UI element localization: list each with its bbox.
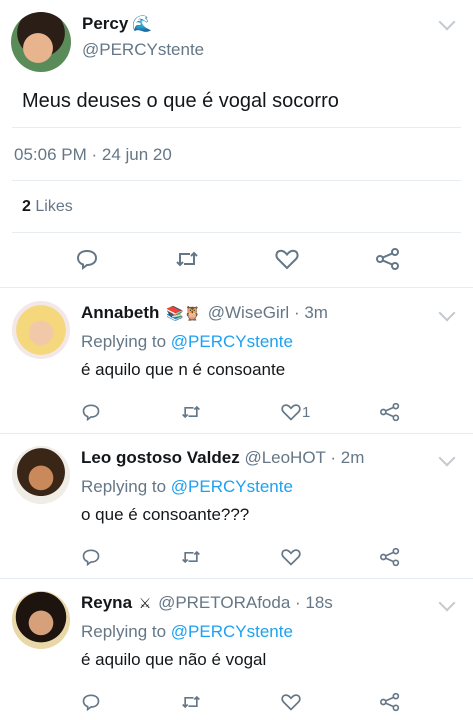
- replying-prefix: Replying to: [81, 622, 167, 641]
- reply-header: Reyna ⚔ @PRETORAfoda · 18s: [81, 593, 333, 613]
- share-button[interactable]: [379, 547, 401, 567]
- reply-tweet[interactable]: Annabeth 📚🦉 @WiseGirl · 3m Replying to @…: [0, 289, 473, 434]
- reply-text: é aquilo que não é vogal: [81, 650, 267, 669]
- reply-button[interactable]: [81, 547, 101, 567]
- mention-link[interactable]: @PERCYstente: [171, 332, 293, 351]
- share-icon: [380, 402, 400, 422]
- retweet-button[interactable]: [180, 547, 202, 567]
- reply-icon: [82, 694, 100, 712]
- divider: [12, 232, 461, 233]
- like-count: 1: [302, 403, 311, 421]
- name-emojis: 📚🦉: [166, 305, 201, 321]
- tweet-actions: [0, 245, 473, 275]
- likes-summary[interactable]: 2 Likes: [22, 198, 73, 216]
- heart-icon: [281, 694, 301, 711]
- mention-link[interactable]: @PERCYstente: [171, 477, 293, 496]
- retweet-icon: [182, 695, 200, 709]
- reply-icon: [76, 249, 98, 270]
- author-handle[interactable]: @PERCYstente: [82, 40, 204, 60]
- reply-tweet[interactable]: Reyna ⚔ @PRETORAfoda · 18s Replying to @…: [0, 579, 473, 720]
- author-handle[interactable]: @WiseGirl: [208, 303, 289, 322]
- author-handle[interactable]: @PRETORAfoda: [158, 593, 290, 612]
- retweet-icon: [176, 251, 198, 267]
- author-name[interactable]: Reyna: [81, 593, 132, 612]
- chevron-down-icon[interactable]: [438, 594, 456, 612]
- reply-button[interactable]: [75, 247, 99, 271]
- reply-time: · 2m: [330, 448, 365, 467]
- reply-button[interactable]: [81, 402, 101, 422]
- chevron-down-icon[interactable]: [438, 449, 456, 467]
- author-name[interactable]: Percy 🌊: [82, 14, 152, 34]
- retweet-button[interactable]: [180, 692, 202, 712]
- likes-label: Likes: [35, 198, 73, 215]
- author-name-text: Percy: [82, 14, 129, 33]
- reply-icon: [82, 404, 100, 422]
- avatar[interactable]: [12, 301, 70, 359]
- reply-actions: [0, 547, 473, 573]
- share-icon: [376, 248, 399, 270]
- divider: [12, 127, 461, 128]
- share-icon: [380, 692, 400, 712]
- reply-text: é aquilo que n é consoante: [81, 360, 286, 379]
- reply-button[interactable]: [81, 692, 101, 712]
- like-button[interactable]: [280, 692, 302, 712]
- heart-icon: [281, 549, 301, 566]
- reply-header: Leo gostoso Valdez @LeoHOT · 2m: [81, 448, 364, 468]
- replying-to: Replying to @PERCYstente: [81, 477, 293, 497]
- like-button[interactable]: [280, 547, 302, 567]
- author-name[interactable]: Leo gostoso Valdez: [81, 448, 240, 467]
- like-button[interactable]: 1: [280, 402, 310, 422]
- chevron-down-icon[interactable]: [438, 13, 456, 31]
- avatar[interactable]: [11, 12, 71, 72]
- replying-to: Replying to @PERCYstente: [81, 332, 293, 352]
- reply-text: o que é consoante???: [81, 505, 250, 524]
- divider: [12, 180, 461, 181]
- main-tweet: Percy 🌊 @PERCYstente Meus deuses o que é …: [0, 0, 473, 290]
- reply-time: · 18s: [295, 593, 333, 612]
- share-button[interactable]: [375, 247, 401, 271]
- share-icon: [380, 547, 400, 567]
- share-button[interactable]: [379, 402, 401, 422]
- retweet-icon: [182, 550, 200, 564]
- author-handle[interactable]: @LeoHOT: [244, 448, 325, 467]
- likes-count: 2: [22, 198, 31, 215]
- replying-to: Replying to @PERCYstente: [81, 622, 293, 642]
- reply-actions: 1: [0, 402, 473, 428]
- avatar[interactable]: [12, 591, 70, 649]
- reply-icon: [82, 549, 100, 567]
- like-button[interactable]: [274, 247, 300, 271]
- retweet-icon: [182, 405, 200, 419]
- replying-prefix: Replying to: [81, 477, 167, 496]
- retweet-button[interactable]: [180, 402, 202, 422]
- retweet-button[interactable]: [174, 247, 200, 271]
- reply-tweet[interactable]: Leo gostoso Valdez @LeoHOT · 2m Replying…: [0, 434, 473, 579]
- reply-header: Annabeth 📚🦉 @WiseGirl · 3m: [81, 303, 328, 323]
- tweet-timestamp[interactable]: 05:06 PM · 24 jun 20: [14, 145, 172, 165]
- reply-time: · 3m: [293, 303, 328, 322]
- share-button[interactable]: [379, 692, 401, 712]
- mention-link[interactable]: @PERCYstente: [171, 622, 293, 641]
- reply-actions: [0, 692, 473, 718]
- heart-icon: [281, 404, 301, 421]
- avatar[interactable]: [12, 446, 70, 504]
- chevron-down-icon[interactable]: [438, 304, 456, 322]
- tweet-text: Meus deuses o que é vogal socorro: [22, 90, 339, 112]
- wave-emoji: 🌊: [132, 16, 153, 33]
- replying-prefix: Replying to: [81, 332, 167, 351]
- name-emojis: ⚔: [138, 595, 152, 611]
- heart-icon: [275, 249, 299, 270]
- divider: [0, 287, 473, 288]
- author-name[interactable]: Annabeth: [81, 303, 159, 322]
